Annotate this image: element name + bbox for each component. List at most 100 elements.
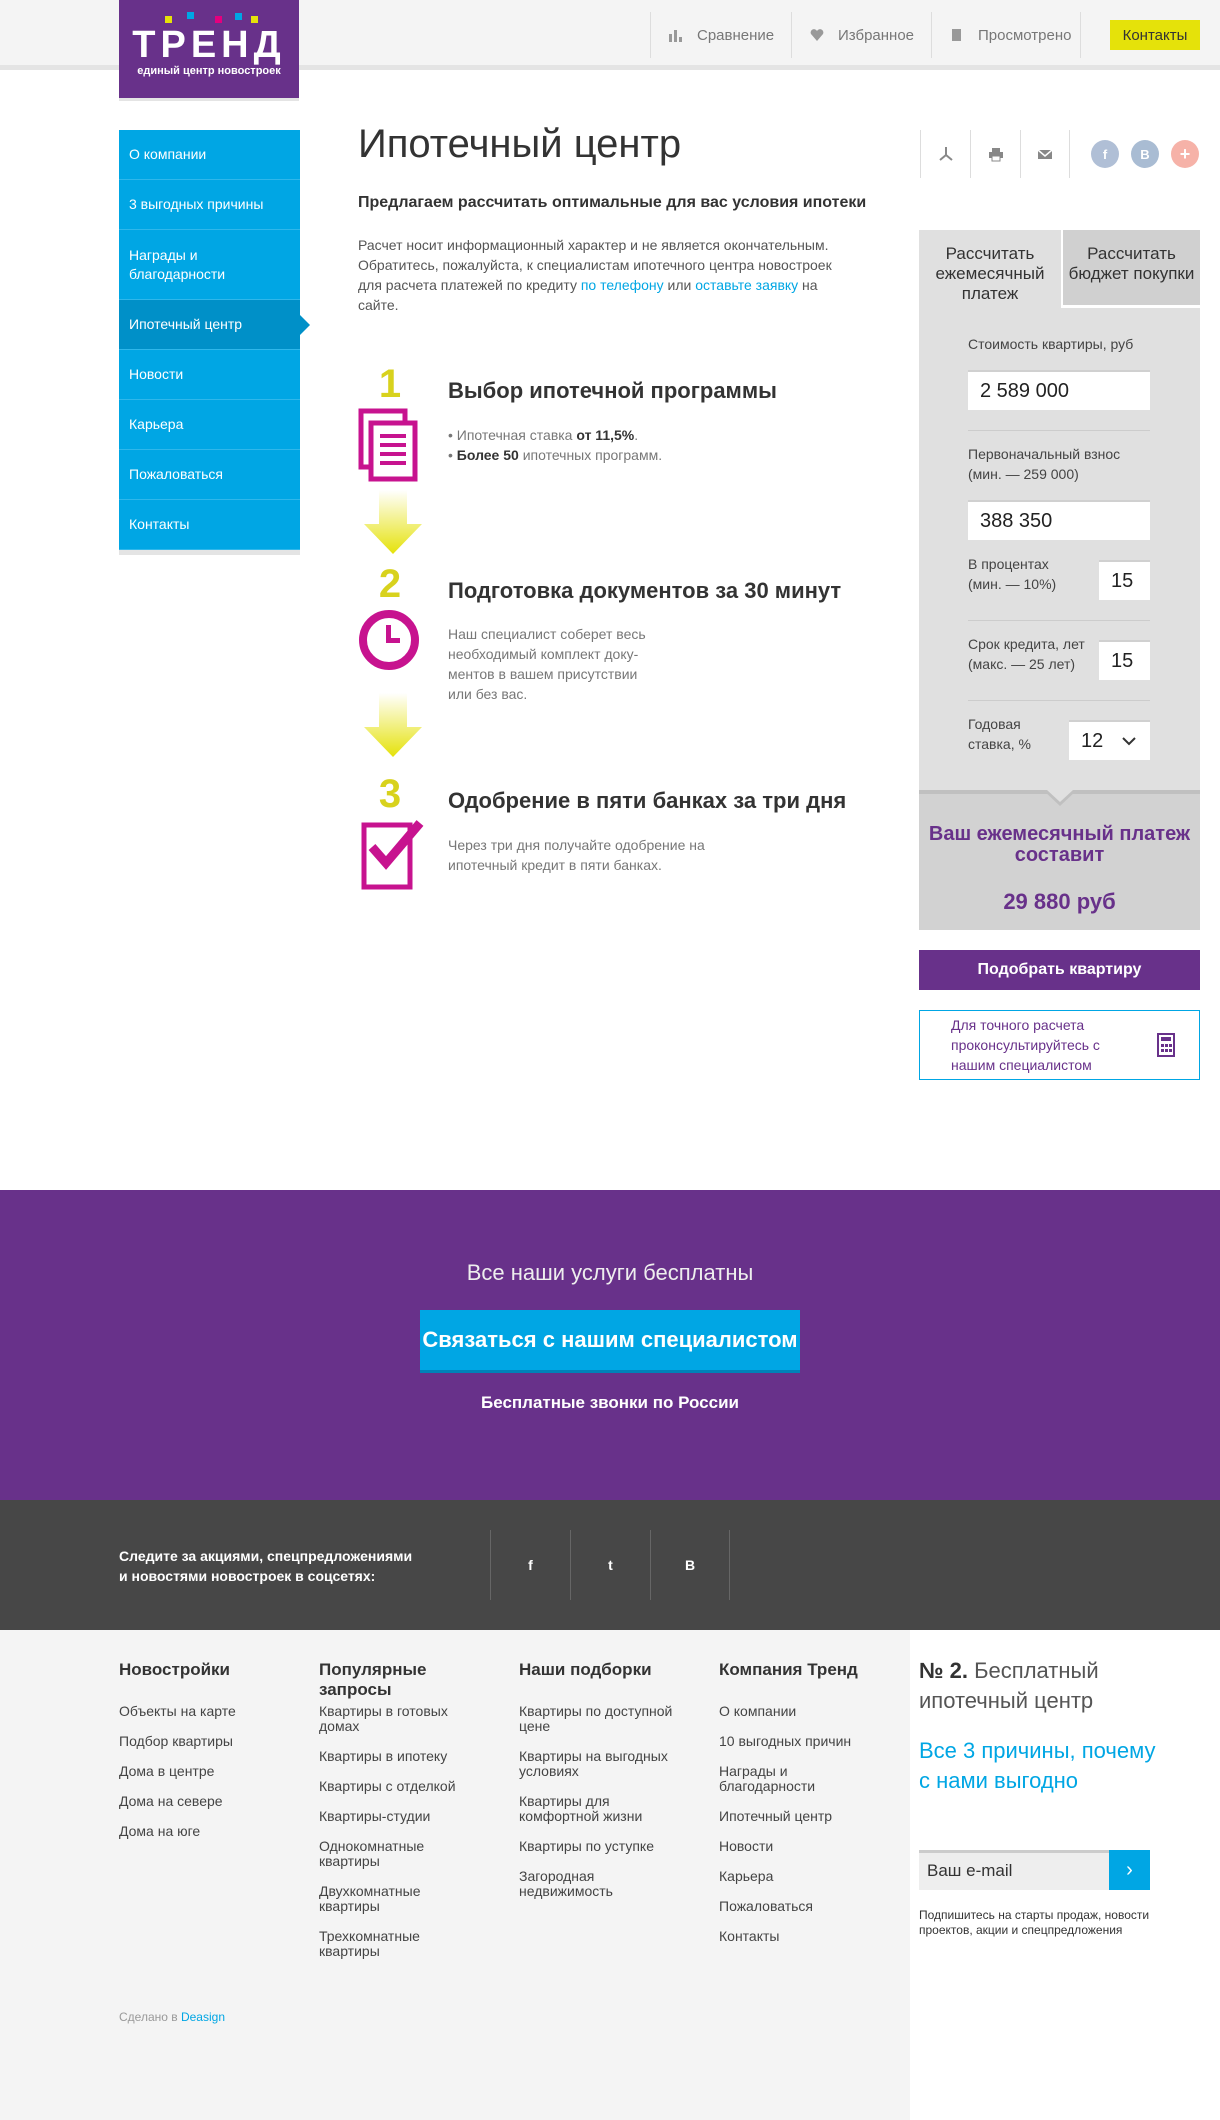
band-title: Все наши услуги бесплатны [466, 1260, 754, 1285]
nav-favorites-label: Избранное [838, 26, 915, 44]
social-band: Следите за акциями, спецпредложениями и … [0, 1500, 1220, 1630]
logo-dot [165, 16, 172, 23]
footer-link[interactable]: Квартиры в ипотеку [319, 1749, 469, 1764]
result-title: Ваш ежемесячный платеж составит [928, 823, 1191, 866]
rate-value: 12 [1081, 729, 1104, 752]
nav-viewed[interactable]: Просмотрено [931, 12, 1081, 58]
contacts-button[interactable]: Контакты [1110, 20, 1200, 50]
step-text: Через три дня получайте одобрение на ипо… [448, 837, 705, 873]
print-icon [988, 148, 1003, 162]
down-arrow-icon [364, 490, 422, 554]
sidebar-item-about[interactable]: О компании [119, 130, 300, 180]
logo-word: ТРЕНД [132, 24, 286, 66]
footer-link[interactable]: Квартиры для комфортной жизни [519, 1794, 689, 1824]
footer-link[interactable]: Карьера [719, 1869, 869, 1884]
promo-panel: № 2. Бесплатный ипотечный центр Все 3 пр… [910, 1630, 1220, 2120]
promo-reasons-link[interactable]: Все 3 причины, почему с нами выгодно [919, 1736, 1159, 1796]
footer-link[interactable]: Дома на севере [119, 1794, 299, 1809]
footer-link[interactable]: Квартиры по доступной цене [519, 1704, 689, 1734]
facebook-icon[interactable]: f [490, 1530, 570, 1600]
footer-link[interactable]: Пожаловаться [719, 1899, 869, 1914]
term-input[interactable]: 15 [1099, 640, 1150, 680]
tab-monthly-payment[interactable]: Рассчитать ежемесячный платеж [919, 230, 1061, 308]
pdf-icon [938, 147, 953, 161]
footer-link[interactable]: Ипотечный центр [719, 1809, 869, 1824]
promo-number: № 2. [919, 1658, 968, 1683]
sidebar-item-mortgage[interactable]: Ипотечный центр [119, 300, 310, 350]
step-text-part: • [448, 447, 457, 463]
footer-link[interactable]: Квартиры на выгодных условиях [519, 1749, 689, 1779]
footer-link[interactable]: Объекты на карте [119, 1704, 299, 1719]
rate-select[interactable]: 12 [1069, 720, 1150, 760]
footer-col-company: Компания Тренд О компании 10 выгодных пр… [719, 1660, 869, 1959]
footer-col-new-buildings: Новостройки Объекты на карте Подбор квар… [119, 1660, 299, 1854]
made-by: Сделано в Deasign [119, 2010, 225, 2024]
step-text: • Ипотечная ставка от 11,5%. • Более 50 и… [448, 425, 662, 465]
nav-compare-label: Сравнение [697, 26, 775, 44]
promo-title: № 2. Бесплатный ипотечный центр [919, 1656, 1159, 1716]
facebook-share-icon[interactable]: f [1091, 140, 1119, 168]
price-input[interactable]: 2 589 000 [968, 370, 1150, 410]
logo-dot [235, 13, 242, 20]
footer-link[interactable]: Дома в центре [119, 1764, 299, 1779]
logo-dot [215, 16, 222, 23]
vk-icon[interactable]: B [650, 1530, 730, 1600]
contact-specialist-button[interactable]: Связаться с нашим специалистом [420, 1310, 800, 1370]
tab-purchase-budget[interactable]: Рассчитать бюджет покупки [1061, 230, 1200, 308]
step-title: Подготовка документов за 30 минут [448, 578, 842, 603]
logo[interactable]: ТРЕНД единый центр новостроек [119, 0, 299, 98]
nav-favorites[interactable]: Избранное [791, 12, 931, 58]
email-input[interactable]: Ваш e-mail [919, 1850, 1109, 1890]
step-number: 2 [378, 562, 402, 606]
google-plus-share-icon[interactable]: + [1171, 140, 1199, 168]
footer-link[interactable]: 10 выгодных причин [719, 1734, 869, 1749]
footer-link[interactable]: Дома на юге [119, 1824, 299, 1839]
consult-box[interactable]: Для точного расчета проконсультируйтесь … [919, 1010, 1200, 1080]
footer-link[interactable]: Квартиры с отделкой [319, 1779, 469, 1794]
footer-link[interactable]: Загородная недвижимость [519, 1869, 689, 1899]
footer-link[interactable]: Квартиры по уступке [519, 1839, 689, 1854]
subscribe-button[interactable]: › [1109, 1850, 1150, 1890]
sidebar-item-news[interactable]: Новости [119, 350, 300, 400]
heart-icon [810, 28, 824, 42]
sidebar-item-career[interactable]: Карьера [119, 400, 300, 450]
sidebar-menu: О компании 3 выгодных причины Награды и … [119, 130, 310, 555]
request-link[interactable]: оставьте заявку [695, 277, 798, 293]
percent-label: В процентах (мин. — 10%) [968, 556, 1057, 592]
vk-share-icon[interactable]: B [1131, 140, 1159, 168]
pick-apartment-button[interactable]: Подобрать квартиру [919, 950, 1200, 990]
sidebar-item-complain[interactable]: Пожаловаться [119, 450, 300, 500]
footer-link[interactable]: Однокомнатные квартиры [319, 1839, 469, 1869]
footer-link[interactable]: Двухкомнатные квартиры [319, 1884, 469, 1914]
footer-link[interactable]: Контакты [719, 1929, 869, 1944]
sidebar-item-reasons[interactable]: 3 выгодных причины [119, 180, 300, 230]
footer-link[interactable]: Трехкомнатные квартиры [319, 1929, 469, 1959]
bar-chart-icon [669, 28, 683, 42]
divider [968, 620, 1150, 621]
footer-link[interactable]: Квартиры-студии [319, 1809, 469, 1824]
footer-col-title: Популярные запросы [319, 1660, 427, 1699]
sidebar-item-contacts[interactable]: Контакты [119, 500, 300, 550]
clock-icon [358, 609, 422, 678]
phone-link[interactable]: по телефону [581, 277, 664, 293]
email-button[interactable] [1020, 130, 1070, 178]
print-button[interactable] [970, 130, 1020, 178]
nav-compare[interactable]: Сравнение [650, 12, 791, 58]
footer-link[interactable]: Квартиры в готовых домах [319, 1704, 469, 1734]
social-text: Следите за акциями, спецпредложениями и … [119, 1548, 413, 1584]
twitter-icon[interactable]: t [570, 1530, 650, 1600]
pdf-button[interactable] [920, 130, 970, 178]
down-payment-input[interactable]: 388 350 [968, 500, 1150, 540]
footer-link[interactable]: Награды и благодарности [719, 1764, 869, 1794]
step-text-part: . [634, 427, 639, 443]
footer-col-title: Компания Тренд [719, 1660, 858, 1679]
footer-link[interactable]: Подбор квартиры [119, 1734, 299, 1749]
made-by-link[interactable]: Deasign [181, 2010, 225, 2024]
sidebar-item-awards[interactable]: Награды и благодарности [119, 230, 300, 300]
footer-col-title: Наши подборки [519, 1660, 652, 1679]
intro-text: Расчет носит информационный характер и н… [358, 235, 848, 315]
percent-input[interactable]: 15 [1099, 560, 1150, 600]
footer-link[interactable]: Новости [719, 1839, 869, 1854]
footer-link[interactable]: О компании [719, 1704, 869, 1719]
calculator-icon [1157, 1033, 1175, 1057]
